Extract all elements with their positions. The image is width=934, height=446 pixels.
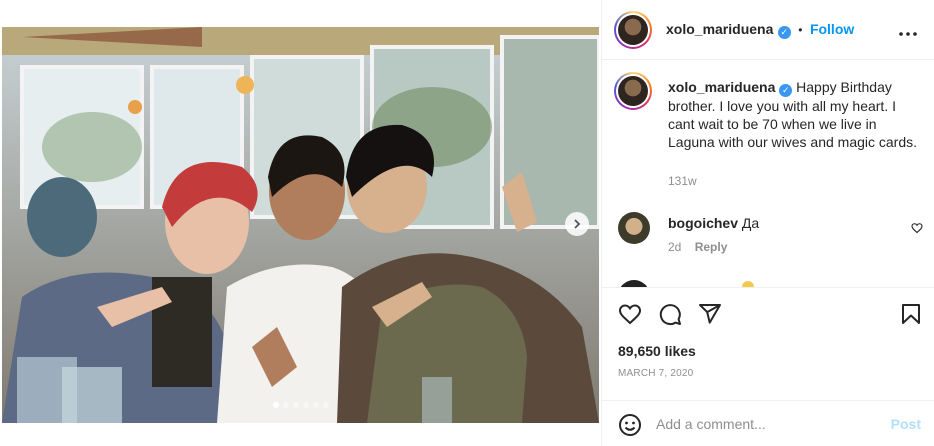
caption-avatar[interactable] <box>614 72 652 110</box>
save-bookmark-icon[interactable] <box>899 302 923 326</box>
carousel-dot <box>302 402 309 408</box>
action-bar <box>602 287 934 339</box>
caption-age[interactable]: 131w <box>668 174 697 188</box>
like-heart-icon[interactable] <box>618 302 642 326</box>
commenter-avatar[interactable] <box>618 212 650 244</box>
follow-button[interactable]: Follow <box>810 21 854 37</box>
reply-button[interactable]: Reply <box>695 240 728 254</box>
emoji-smiley-icon[interactable] <box>618 413 642 437</box>
likes-count[interactable]: 89,650 likes <box>618 343 696 359</box>
comment-text: Да <box>741 215 760 231</box>
carousel-indicator <box>0 402 601 408</box>
media-area <box>0 0 601 446</box>
author-avatar[interactable] <box>614 11 652 49</box>
carousel-dot <box>322 402 329 408</box>
comment-meta: 2d Reply <box>668 240 727 254</box>
comment-like-heart-icon[interactable] <box>911 222 923 234</box>
separator: • <box>798 23 803 37</box>
carousel-dot <box>292 402 299 408</box>
carousel-dot <box>312 402 319 408</box>
caption-username[interactable]: xolo_mariduena <box>668 79 775 95</box>
comment-bubble-icon[interactable] <box>658 302 682 326</box>
carousel-dot <box>272 402 279 408</box>
instagram-post: xolo_mariduena ✓ • Follow xolo_mariduena… <box>0 0 934 446</box>
post-header: xolo_mariduena ✓ • Follow <box>602 0 934 60</box>
comment-age[interactable]: 2d <box>668 240 681 254</box>
comment-item: bogoichev Да 2d Reply <box>618 212 923 262</box>
carousel-dot <box>282 402 289 408</box>
comment-input[interactable] <box>656 413 876 435</box>
verified-badge-icon: ✓ <box>777 26 791 39</box>
post-photo[interactable] <box>2 27 599 423</box>
carousel-next-button[interactable] <box>565 212 589 236</box>
caption-text-block: xolo_mariduena ✓ Happy Birthday brother.… <box>668 78 918 151</box>
post-date[interactable]: MARCH 7, 2020 <box>618 368 693 379</box>
post-comment-button[interactable]: Post <box>891 416 921 432</box>
author-line: xolo_mariduena ✓ • Follow <box>666 21 854 39</box>
add-comment-bar: Post <box>602 400 934 446</box>
comment-line: bogoichev Да <box>668 215 759 231</box>
post-side-panel: xolo_mariduena ✓ • Follow xolo_mariduena… <box>601 0 934 446</box>
verified-badge-icon: ✓ <box>779 83 793 97</box>
chevron-right-icon <box>574 219 581 229</box>
share-paper-plane-icon[interactable] <box>698 302 722 326</box>
author-username[interactable]: xolo_mariduena <box>666 21 773 37</box>
comment-username[interactable]: bogoichev <box>668 215 738 231</box>
more-options-icon[interactable] <box>899 20 917 41</box>
